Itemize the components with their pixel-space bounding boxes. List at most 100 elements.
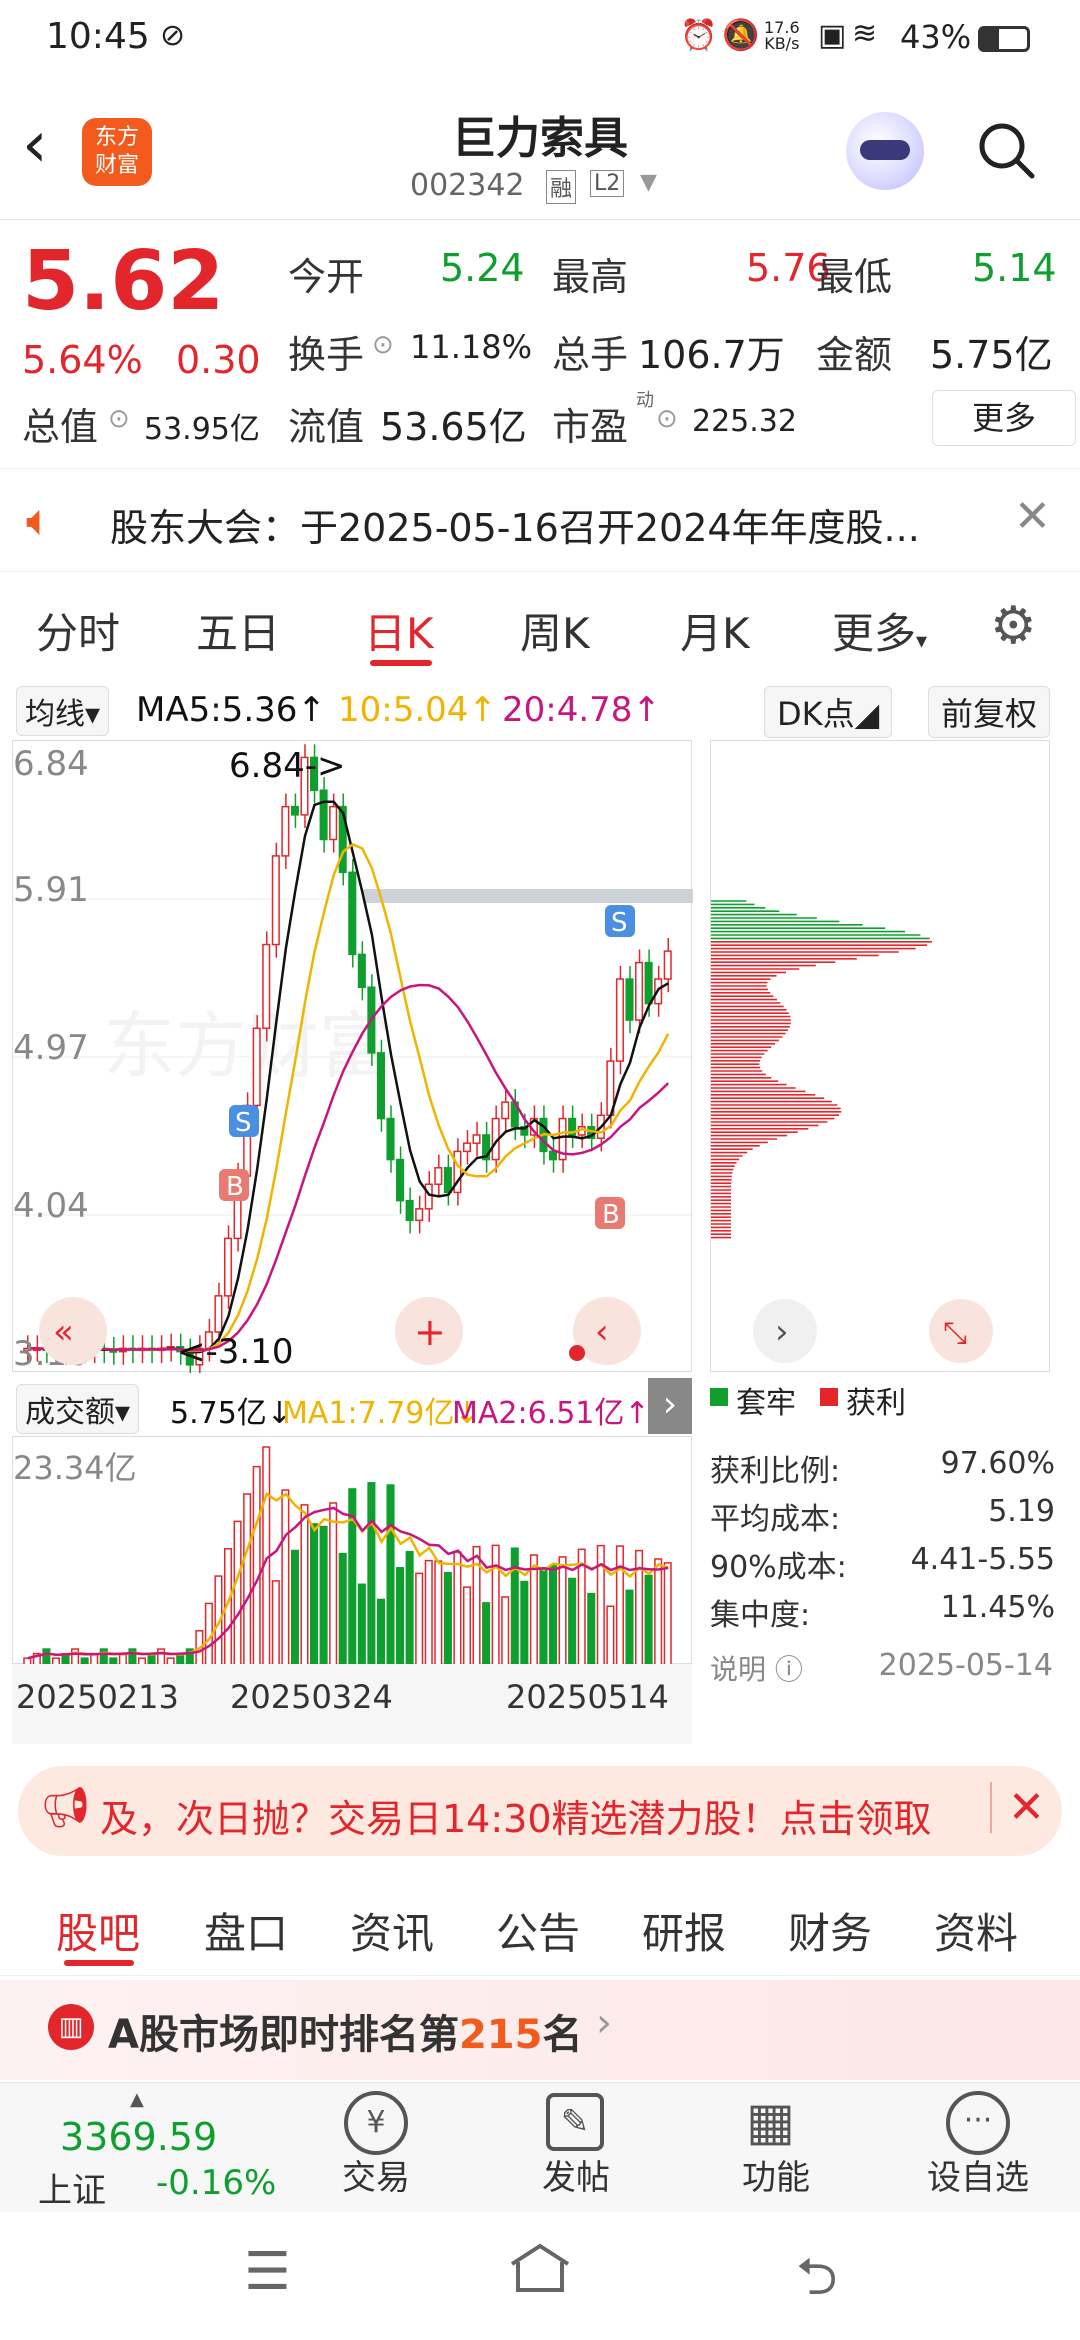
more-button[interactable]: 更多 [932, 390, 1076, 446]
promo-banner[interactable]: 📢︎ 及，次日抛？交易日14:30精选潜力股！点击领取 ✕ [18, 1766, 1062, 1856]
chart-period-tabs: 分时 五日 日K 周K 月K 更多▾ ⚙ [0, 580, 1080, 676]
candle-body [386, 1117, 395, 1161]
tab-finance[interactable]: 财务 [788, 1900, 872, 1961]
speaker-icon: 🔈︎ [26, 495, 53, 546]
add-watchlist-button[interactable]: ··· 设自选 [898, 2083, 1058, 2213]
sell-signal[interactable]: S [229, 1105, 259, 1138]
svg-text:+: + [414, 1310, 446, 1354]
kline-svg[interactable]: 东方财富 6.84 5.91 4.97 4.04 3.10 6.84-> <-3… [13, 741, 693, 1378]
resistance-band [363, 889, 693, 903]
notice-bar[interactable]: 🔈︎ 股东大会：于2025-05-16召开2024年年度股... ✕ [0, 468, 1080, 572]
battery-level: 43% [900, 18, 972, 56]
next-button[interactable]: › [753, 1299, 817, 1363]
kline-chart[interactable]: 东方财富 6.84 5.91 4.97 4.04 3.10 6.84-> <-3… [12, 740, 693, 1378]
info-icon[interactable]: ⊙ [108, 404, 130, 434]
chevron-down-icon[interactable]: ▼ [640, 170, 657, 195]
volume-chart[interactable]: 23.34亿 [12, 1436, 692, 1666]
legend-swatch-profit [820, 1388, 838, 1406]
gear-icon[interactable]: ⚙ [990, 596, 1037, 656]
tab-news[interactable]: 资讯 [350, 1900, 434, 1961]
volume-bar [654, 1558, 663, 1666]
post-button[interactable]: ✎ 发帖 [496, 2083, 656, 2213]
market-ranking[interactable]: ▥ A股市场即时排名第215名 › [0, 1980, 1080, 2080]
sell-signal[interactable]: S [605, 905, 635, 938]
back-nav-icon[interactable]: ⮌ [796, 2238, 838, 2327]
volume-bar [281, 1489, 290, 1666]
change-percent: 5.64% [22, 338, 143, 382]
volume-bar [625, 1589, 634, 1666]
stat-row: 集中度: 11.45% [710, 1590, 1055, 1633]
stat-row: 获利比例: 97.60% [710, 1446, 1055, 1489]
volume-bar [310, 1523, 319, 1666]
trade-button[interactable]: ¥ 交易 [296, 2083, 456, 2213]
scroll-left-fast-button[interactable]: « [39, 1297, 107, 1365]
volume-bar [558, 1556, 567, 1666]
expand-panel-button[interactable]: › [648, 1378, 692, 1434]
tab-weekly-k[interactable]: 周K [520, 600, 590, 661]
candle-body [635, 961, 644, 1021]
more-dots-icon: ··· [946, 2091, 1010, 2155]
volume-ma1: MA1:7.79亿↓ [282, 1396, 480, 1431]
tab-intraday[interactable]: 分时 [36, 600, 120, 661]
close-icon[interactable]: ✕ [1014, 491, 1051, 542]
info-icon[interactable]: ⊙ [656, 404, 678, 434]
dk-point-select[interactable]: DK点◢ [764, 686, 893, 738]
candle-body [501, 1101, 510, 1120]
stat-row: 90%成本: 4.41-5.55 [710, 1542, 1055, 1585]
level2-tag: L2 [590, 170, 625, 197]
tab-orderbook[interactable]: 盘口 [204, 1900, 288, 1961]
volume-bar [271, 1580, 280, 1666]
menu-icon[interactable]: ☰ [244, 2242, 291, 2302]
ma-select[interactable]: 均线▾ [16, 686, 110, 736]
volume-bar [386, 1484, 395, 1666]
tab-research[interactable]: 研报 [642, 1900, 726, 1961]
tab-profile[interactable]: 资料 [934, 1900, 1018, 1961]
buy-signal[interactable]: B [595, 1197, 625, 1230]
pe-dynamic-mark: 动 [636, 390, 654, 411]
candle-body [329, 805, 338, 841]
volume-bar [587, 1592, 596, 1666]
close-icon[interactable]: ✕ [990, 1782, 1045, 1833]
volume-bar [510, 1547, 519, 1666]
volume-bar [568, 1577, 577, 1666]
volume-ma2: MA2:6.51亿↑ [452, 1396, 650, 1431]
volume-bar [644, 1574, 653, 1666]
zoom-in-button[interactable]: + [395, 1297, 463, 1365]
search-icon[interactable] [976, 120, 1036, 180]
volume-bar [663, 1562, 672, 1666]
volume-bar [424, 1559, 433, 1666]
mute-icon: 🔕 [722, 18, 760, 53]
chip-distribution-chart[interactable]: › ⤡ [710, 740, 1050, 1372]
tab-five-day[interactable]: 五日 [196, 600, 280, 661]
tab-forum[interactable]: 股吧 [56, 1900, 140, 1961]
volume-bar [357, 1583, 366, 1666]
functions-button[interactable]: ▦ 功能 [696, 2083, 856, 2213]
expand-icon[interactable]: ⤡ [929, 1299, 993, 1363]
turnover-value: 11.18% [410, 328, 533, 366]
volume-indicator-select[interactable]: 成交额▾ [16, 1384, 140, 1434]
info-icon[interactable]: ⊙ [372, 330, 394, 360]
robot-assistant-avatar[interactable] [846, 112, 924, 190]
svg-text:‹: ‹ [595, 1312, 609, 1352]
explain-link[interactable]: 说明 ⓘ [710, 1648, 803, 1688]
volume-bar [548, 1564, 558, 1666]
tab-monthly-k[interactable]: 月K [680, 600, 750, 661]
tab-more[interactable]: 更多▾ [832, 600, 927, 661]
date-axis: 20250213 20250324 20250514 [12, 1664, 692, 1744]
legend-trapped: 套牢 [736, 1386, 796, 1421]
candle-body [548, 1150, 558, 1161]
status-bar: 10:45 ⊘ ⏰ 🔕 17.6 KB/s ▣ ≋ 43% [0, 0, 1080, 84]
amount-label: 金额 [816, 333, 893, 377]
home-icon[interactable] [508, 2242, 572, 2294]
volume-value: 106.7万 [638, 333, 785, 377]
price-adjust-select[interactable]: 前复权 [928, 686, 1051, 738]
chip-stats: 套牢 获利 获利比例: 97.60% 平均成本: 5.19 90%成本: 4.41-5… [710, 1378, 1055, 1708]
tab-announcements[interactable]: 公告 [496, 1900, 580, 1961]
yen-icon: ¥ [344, 2091, 408, 2155]
index-ticker[interactable]: ▲ 3369.59 上证 -0.16% [24, 2083, 284, 2213]
buy-signal[interactable]: B [219, 1169, 249, 1202]
candle-body [615, 978, 624, 1062]
candle-body [462, 1142, 472, 1153]
net-speed: 17.6 KB/s [764, 18, 800, 53]
tab-daily-k[interactable]: 日K [364, 600, 434, 661]
